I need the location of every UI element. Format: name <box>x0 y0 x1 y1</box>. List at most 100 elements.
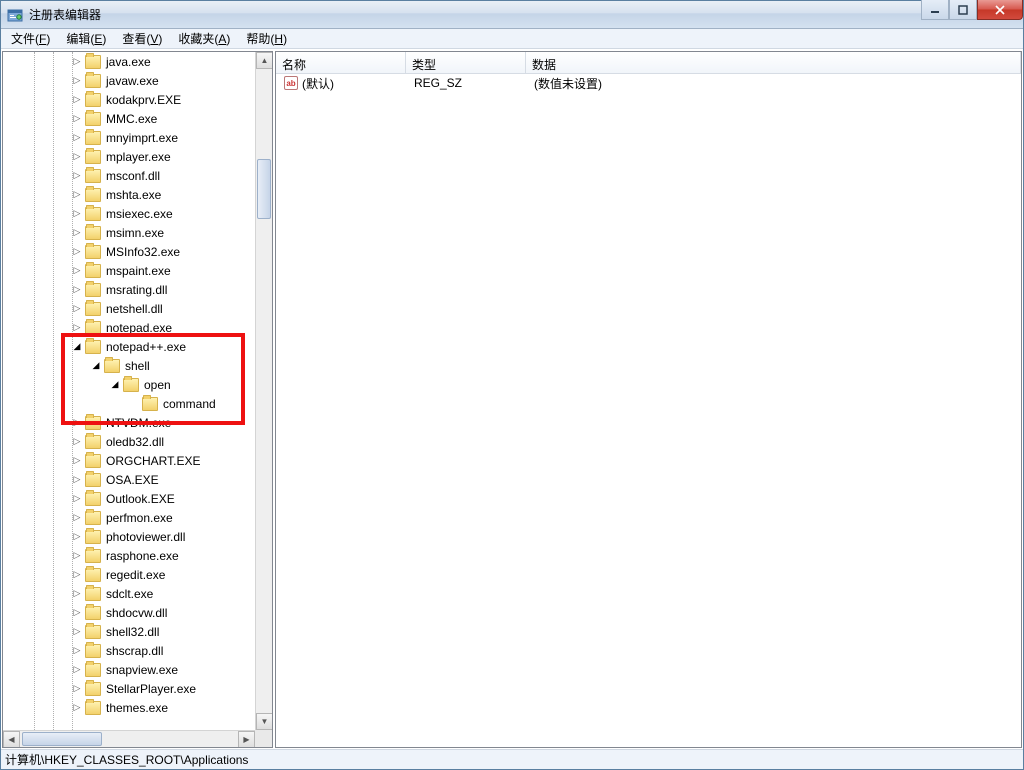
tree-item[interactable]: ▷ rasphone.exe <box>3 546 255 565</box>
tree-item[interactable]: ▷ORGCHART.EXE <box>3 451 255 470</box>
tree-item[interactable]: command <box>3 394 255 413</box>
scroll-right-button[interactable]: ▶ <box>238 731 255 747</box>
menu-file[interactable]: 文件(F) <box>3 28 58 49</box>
collapse-icon[interactable]: ◢ <box>107 379 123 390</box>
expand-icon[interactable]: ▷ <box>69 208 85 219</box>
expand-icon[interactable]: ▷ <box>69 493 85 504</box>
close-button[interactable] <box>977 0 1023 20</box>
expand-icon[interactable]: ▷ <box>69 189 85 200</box>
tree-item[interactable]: ▷msimn.exe <box>3 223 255 242</box>
tree-item[interactable]: ▷java.exe <box>3 52 255 71</box>
column-header-data[interactable]: 数据 <box>526 52 1021 73</box>
tree-item[interactable]: ◢notepad++.exe <box>3 337 255 356</box>
expand-icon[interactable]: ▷ <box>69 702 85 713</box>
expand-icon[interactable]: ▷ <box>69 607 85 618</box>
scroll-left-button[interactable]: ◀ <box>3 731 20 747</box>
expand-icon[interactable]: ▷ <box>69 588 85 599</box>
expand-icon[interactable]: ▷ <box>69 512 85 523</box>
tree-item[interactable]: ▷snapview.exe <box>3 660 255 679</box>
tree-item-label: OSA.EXE <box>104 472 161 488</box>
expand-icon[interactable]: ▷ <box>69 303 85 314</box>
tree-item[interactable]: ▷ OSA.EXE <box>3 470 255 489</box>
menu-view[interactable]: 查看(V) <box>114 28 170 49</box>
expand-icon[interactable]: ▷ <box>69 474 85 485</box>
tree-item[interactable]: ▷javaw.exe <box>3 71 255 90</box>
tree-item[interactable]: ▷notepad.exe <box>3 318 255 337</box>
expand-icon[interactable]: ▷ <box>69 284 85 295</box>
tree-item[interactable]: ▷ photoviewer.dll <box>3 527 255 546</box>
tree-item[interactable]: ▷shdocvw.dll <box>3 603 255 622</box>
expand-icon[interactable]: ▷ <box>69 265 85 276</box>
expand-icon[interactable]: ▷ <box>69 132 85 143</box>
menu-help[interactable]: 帮助(H) <box>238 28 295 49</box>
expand-icon[interactable]: ▷ <box>69 170 85 181</box>
tree-item[interactable]: ▷MMC.exe <box>3 109 255 128</box>
expand-icon[interactable]: ▷ <box>69 645 85 656</box>
menu-favorites[interactable]: 收藏夹(A) <box>170 28 238 49</box>
tree-item[interactable]: ◢open <box>3 375 255 394</box>
minimize-button[interactable] <box>921 0 949 20</box>
tree-item[interactable]: ▷StellarPlayer.exe <box>3 679 255 698</box>
expand-icon[interactable]: ▷ <box>69 664 85 675</box>
expand-icon[interactable]: ▷ <box>69 569 85 580</box>
tree-item[interactable]: ▷Outlook.EXE <box>3 489 255 508</box>
tree-item[interactable]: ▷sdclt.exe <box>3 584 255 603</box>
tree-item[interactable]: ▷perfmon.exe <box>3 508 255 527</box>
tree-item-label: mspaint.exe <box>104 263 173 279</box>
tree-item-label: photoviewer.dll <box>104 529 187 545</box>
scroll-down-button[interactable]: ▼ <box>256 713 272 730</box>
titlebar[interactable]: 注册表编辑器 <box>1 1 1023 29</box>
tree-item[interactable]: ▷mshta.exe <box>3 185 255 204</box>
tree-item[interactable]: ▷msrating.dll <box>3 280 255 299</box>
tree-item-label: rasphone.exe <box>104 548 181 564</box>
tree-item[interactable]: ▷ mspaint.exe <box>3 261 255 280</box>
scroll-thumb-vertical[interactable] <box>257 159 271 219</box>
tree-item[interactable]: ▷regedit.exe <box>3 565 255 584</box>
tree-item-label: mplayer.exe <box>104 149 173 165</box>
values-header[interactable]: 名称 类型 数据 <box>276 52 1021 74</box>
menu-edit[interactable]: 编辑(E) <box>58 28 114 49</box>
tree-item[interactable]: ▷ mplayer.exe <box>3 147 255 166</box>
tree-item[interactable]: ▷MSInfo32.exe <box>3 242 255 261</box>
folder-icon <box>123 378 139 392</box>
tree-item[interactable]: ▷themes.exe <box>3 698 255 717</box>
expand-icon[interactable]: ▷ <box>69 683 85 694</box>
folder-icon <box>85 55 101 69</box>
expand-icon[interactable]: ▷ <box>69 56 85 67</box>
tree-item[interactable]: ▷oledb32.dll <box>3 432 255 451</box>
tree-item[interactable]: ▷mnyimprt.exe <box>3 128 255 147</box>
expand-icon[interactable]: ▷ <box>69 246 85 257</box>
tree-horizontal-scrollbar[interactable]: ◀ ▶ <box>3 730 255 747</box>
value-row[interactable]: ab(默认)REG_SZ(数值未设置) <box>276 74 1021 92</box>
expand-icon[interactable]: ▷ <box>69 417 85 428</box>
tree-vertical-scrollbar[interactable]: ▲ ▼ <box>255 52 272 730</box>
tree-item[interactable]: ▷netshell.dll <box>3 299 255 318</box>
expand-icon[interactable]: ▷ <box>69 436 85 447</box>
expand-icon[interactable]: ▷ <box>69 151 85 162</box>
expand-icon[interactable]: ▷ <box>69 531 85 542</box>
expand-icon[interactable]: ▷ <box>69 626 85 637</box>
tree-item[interactable]: ◢shell <box>3 356 255 375</box>
values-list[interactable]: ab(默认)REG_SZ(数值未设置) <box>276 74 1021 747</box>
expand-icon[interactable]: ▷ <box>69 94 85 105</box>
tree-item[interactable]: ▷kodakprv.EXE <box>3 90 255 109</box>
column-header-type[interactable]: 类型 <box>406 52 526 73</box>
collapse-icon[interactable]: ◢ <box>69 341 85 352</box>
expand-icon[interactable]: ▷ <box>69 322 85 333</box>
column-header-name[interactable]: 名称 <box>276 52 406 73</box>
expand-icon[interactable]: ▷ <box>69 455 85 466</box>
scroll-up-button[interactable]: ▲ <box>256 52 272 69</box>
collapse-icon[interactable]: ◢ <box>88 360 104 371</box>
tree-item[interactable]: ▷msconf.dll <box>3 166 255 185</box>
scroll-thumb-horizontal[interactable] <box>22 732 102 746</box>
tree-item[interactable]: ▷NTVDM.exe <box>3 413 255 432</box>
registry-tree[interactable]: ▷java.exe▷javaw.exe▷kodakprv.EXE▷MMC.exe… <box>3 52 255 730</box>
expand-icon[interactable]: ▷ <box>69 550 85 561</box>
tree-item[interactable]: ▷msiexec.exe <box>3 204 255 223</box>
tree-item[interactable]: ▷shscrap.dll <box>3 641 255 660</box>
expand-icon[interactable]: ▷ <box>69 113 85 124</box>
expand-icon[interactable]: ▷ <box>69 75 85 86</box>
expand-icon[interactable]: ▷ <box>69 227 85 238</box>
tree-item[interactable]: ▷shell32.dll <box>3 622 255 641</box>
maximize-button[interactable] <box>949 0 977 20</box>
